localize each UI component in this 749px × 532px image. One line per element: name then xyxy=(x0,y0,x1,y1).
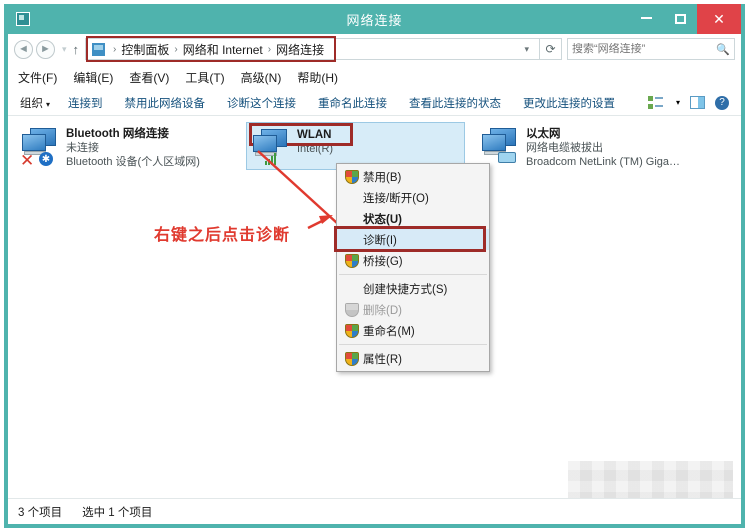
menu-bar: 文件(F) 编辑(E) 查看(V) 工具(T) 高级(N) 帮助(H) xyxy=(8,64,741,90)
menu-tools[interactable]: 工具(T) xyxy=(185,69,224,86)
up-button[interactable]: ↑ xyxy=(73,42,80,57)
search-input[interactable] xyxy=(572,43,717,55)
network-adapter-icon xyxy=(480,126,526,166)
context-item-bridge[interactable]: 桥接(G) xyxy=(337,250,489,271)
search-box[interactable]: 🔍 xyxy=(567,38,735,60)
help-icon[interactable]: ? xyxy=(715,95,729,110)
adapter-status: 网络电缆被拔出 xyxy=(526,142,603,154)
context-item-label: 属性(R) xyxy=(363,353,402,366)
shield-icon xyxy=(341,169,363,185)
menu-edit[interactable]: 编辑(E) xyxy=(73,69,113,86)
item-count: 3 个项目 xyxy=(18,506,63,519)
breadcrumb-separator: › xyxy=(267,43,272,55)
context-item-status[interactable]: 状态(U) xyxy=(337,208,489,229)
control-panel-icon xyxy=(92,42,106,56)
context-item-delete: 删除(D) xyxy=(337,299,489,320)
refresh-button[interactable]: ⟳ xyxy=(540,38,562,60)
organize-label: 组织 xyxy=(20,97,43,110)
adapter-status: 未连接 xyxy=(66,142,99,154)
status-bar: 3 个项目 选中 1 个项目 xyxy=(8,498,741,524)
chevron-down-icon[interactable]: ▾ xyxy=(676,98,680,107)
search-icon[interactable]: 🔍 xyxy=(716,43,730,56)
breadcrumb-separator: › xyxy=(113,43,117,55)
breadcrumb-item-network-internet[interactable]: 网络和 Internet xyxy=(183,41,263,58)
menu-help[interactable]: 帮助(H) xyxy=(297,69,338,86)
breadcrumb-item-network-connections[interactable]: 网络连接 xyxy=(276,41,324,58)
adapter-name: Bluetooth 网络连接 xyxy=(66,128,169,140)
list-item-text: 以太网 网络电缆被拔出 Broadcom NetLink (TM) Giga… xyxy=(526,126,680,170)
wifi-signal-icon xyxy=(265,152,276,165)
context-item-label: 禁用(B) xyxy=(363,171,402,184)
cable-unplugged-icon xyxy=(498,152,516,163)
disconnected-x-icon: ✕ xyxy=(20,151,35,170)
forward-button[interactable]: ► xyxy=(36,39,55,59)
network-adapter-icon: ✕ ✱ xyxy=(20,126,66,170)
address-bar: ◄ ► ▾ ↑ › 控制面板 › 网络和 Internet › 网络连接 ▾ ⟳… xyxy=(8,34,741,64)
context-item-label: 状态(U) xyxy=(363,213,402,226)
list-item-ethernet[interactable]: 以太网 网络电缆被拔出 Broadcom NetLink (TM) Giga… xyxy=(476,122,726,170)
context-item-create-shortcut[interactable]: 创建快捷方式(S) xyxy=(337,278,489,299)
adapter-device: Broadcom NetLink (TM) Giga… xyxy=(526,156,681,168)
context-item-label: 删除(D) xyxy=(363,304,402,317)
bluetooth-icon: ✱ xyxy=(39,152,53,166)
adapter-device: Bluetooth 设备(个人区域网) xyxy=(66,156,200,168)
context-menu: 禁用(B) 连接/断开(O) 状态(U) 诊断(I) 桥接(G) 创建快捷方式(… xyxy=(334,163,490,372)
organize-button[interactable]: 组织 ▾ xyxy=(20,95,50,111)
selection-count: 选中 1 个项目 xyxy=(82,506,153,519)
view-status-button[interactable]: 查看此连接的状态 xyxy=(409,95,501,111)
context-item-diagnose[interactable]: 诊断(I) xyxy=(334,226,489,252)
shield-icon xyxy=(341,253,363,269)
context-item-properties[interactable]: 属性(R) xyxy=(337,348,489,369)
list-item-text: Bluetooth 网络连接 未连接 Bluetooth 设备(个人区域网) xyxy=(66,126,200,170)
command-toolbar: 组织 ▾ 连接到 禁用此网络设备 诊断这个连接 重命名此连接 查看此连接的状态 更… xyxy=(8,90,741,116)
context-item-label: 连接/断开(O) xyxy=(363,192,429,205)
network-connections-window: 网络连接 ✕ ◄ ► ▾ ↑ › 控制面板 › 网络和 Internet › 网… xyxy=(4,4,745,528)
breadcrumb[interactable]: › 控制面板 › 网络和 Internet › 网络连接 ▾ xyxy=(85,36,540,62)
context-item-rename[interactable]: 重命名(M) xyxy=(337,320,489,341)
context-item-label: 诊断(I) xyxy=(363,234,397,247)
blurred-watermark xyxy=(568,461,733,498)
chevron-down-icon: ▾ xyxy=(46,99,51,109)
context-item-label: 重命名(M) xyxy=(363,325,415,338)
breadcrumb-separator: › xyxy=(174,43,178,55)
adapter-name: 以太网 xyxy=(526,128,561,140)
connections-list: ✕ ✱ Bluetooth 网络连接 未连接 Bluetooth 设备(个人区域… xyxy=(8,116,741,498)
rename-connection-button[interactable]: 重命名此连接 xyxy=(318,95,387,111)
shield-icon xyxy=(341,351,363,367)
list-item-bluetooth[interactable]: ✕ ✱ Bluetooth 网络连接 未连接 Bluetooth 设备(个人区域… xyxy=(16,122,231,170)
change-view-icon[interactable] xyxy=(647,96,663,109)
shield-icon xyxy=(341,323,363,339)
context-item-connect-disconnect[interactable]: 连接/断开(O) xyxy=(337,187,489,208)
diagnose-connection-button[interactable]: 诊断这个连接 xyxy=(227,95,296,111)
context-item-label: 创建快捷方式(S) xyxy=(363,283,448,296)
menu-view[interactable]: 查看(V) xyxy=(129,69,169,86)
context-item-disable[interactable]: 禁用(B) xyxy=(337,166,489,187)
toolbar-right-icons: ▾ ? xyxy=(647,95,735,110)
network-adapter-icon xyxy=(251,127,297,167)
title-bar: 网络连接 ✕ xyxy=(8,4,741,34)
context-item-label: 桥接(G) xyxy=(363,255,403,268)
connect-to-button[interactable]: 连接到 xyxy=(68,95,103,111)
menu-file[interactable]: 文件(F) xyxy=(18,69,57,86)
back-button[interactable]: ◄ xyxy=(14,39,33,59)
breadcrumb-item-control-panel[interactable]: 控制面板 xyxy=(121,41,169,58)
shield-icon xyxy=(341,302,363,318)
chevron-down-icon[interactable]: ▾ xyxy=(518,44,535,55)
menu-separator xyxy=(339,274,487,275)
recent-locations-icon[interactable]: ▾ xyxy=(62,44,67,55)
window-title: 网络连接 xyxy=(346,12,403,28)
change-settings-button[interactable]: 更改此连接的设置 xyxy=(523,95,615,111)
menu-advanced[interactable]: 高级(N) xyxy=(241,69,282,86)
annotation-text: 右键之后点击诊断 xyxy=(154,225,291,244)
preview-pane-icon[interactable] xyxy=(690,96,705,109)
menu-separator xyxy=(339,344,487,345)
disable-device-button[interactable]: 禁用此网络设备 xyxy=(125,95,206,111)
